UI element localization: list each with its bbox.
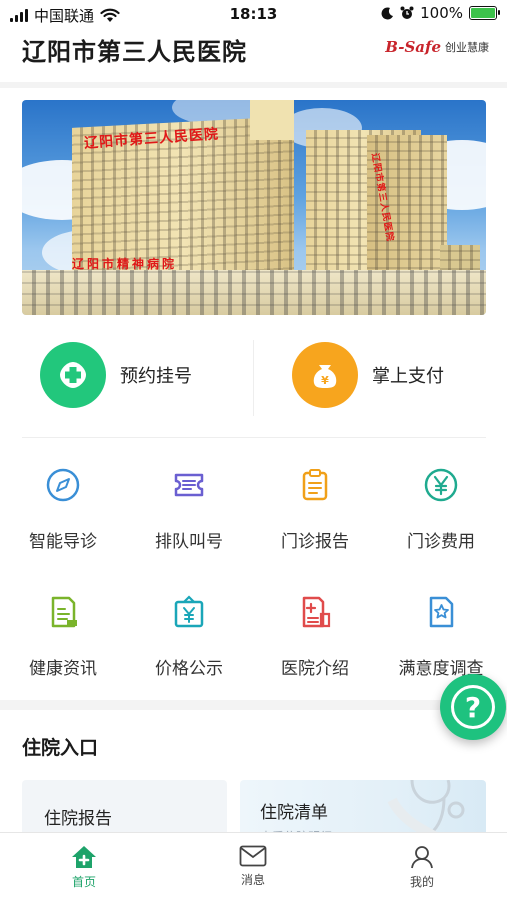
money-bag-icon: ¥ (292, 342, 358, 408)
appointment-button[interactable]: 预约挂号 (40, 342, 192, 408)
battery-icon (469, 6, 500, 20)
brand-logo-mark: B-Safe (385, 38, 441, 56)
svg-text:¥: ¥ (321, 374, 329, 387)
price-list-label: 价格公示 (155, 659, 223, 679)
hospital-doc-icon (295, 592, 335, 632)
compass-icon (43, 465, 83, 505)
tab-profile[interactable]: 我的 (372, 845, 472, 890)
status-bar: 中国联通 18:13 100% (0, 0, 507, 30)
tab-home[interactable]: 首页 (34, 845, 134, 890)
clipboard-icon (295, 465, 335, 505)
alarm-icon (400, 6, 414, 19)
inpatient-bill-title: 住院清单 (260, 803, 328, 823)
quick-divider (253, 340, 254, 416)
tab-profile-label: 我的 (409, 875, 434, 889)
help-button[interactable]: ? (440, 674, 506, 740)
inpatient-bill-card[interactable]: 住院清单 查看住院明细 (240, 780, 486, 840)
battery-percent: 100% (420, 4, 463, 22)
tab-home-label: 首页 (71, 875, 96, 889)
outpatient-fees-button[interactable]: 门诊费用 (378, 465, 504, 552)
stethoscope-icon (387, 780, 465, 840)
queue-call-label: 排队叫号 (155, 532, 223, 552)
plus-icon (40, 342, 106, 408)
health-news-button[interactable]: 健康资讯 (0, 592, 126, 679)
queue-call-button[interactable]: 排队叫号 (126, 465, 252, 552)
inpatient-section-title: 住院入口 (22, 737, 99, 759)
price-list-button[interactable]: 价格公示 (126, 592, 252, 679)
hospital-banner-image[interactable]: 辽阳市第三人民医院 辽阳市第三人民医院 辽阳市精神病院 (22, 100, 486, 315)
brand-name: 创业慧康 (445, 41, 489, 54)
mobile-payment-label: 掌上支付 (372, 366, 444, 387)
appointment-label: 预约挂号 (120, 366, 192, 387)
smart-guide-button[interactable]: 智能导诊 (0, 465, 126, 552)
moon-icon (381, 6, 394, 19)
inpatient-report-card[interactable]: 住院报告 (22, 780, 227, 840)
outpatient-fees-label: 门诊费用 (407, 532, 475, 552)
mail-icon (239, 845, 267, 867)
app-header: 辽阳市第三人民医院 B-Safe 创业慧康 (0, 30, 507, 78)
quick-actions: 预约挂号 ¥ 掌上支付 (0, 330, 507, 425)
star-doc-icon (421, 592, 461, 632)
hospital-intro-button[interactable]: 医院介绍 (252, 592, 378, 679)
mobile-payment-button[interactable]: ¥ 掌上支付 (292, 342, 444, 408)
outpatient-report-label: 门诊报告 (281, 532, 349, 552)
section-divider (22, 437, 486, 438)
tab-messages[interactable]: 消息 (203, 845, 303, 888)
question-icon: ? (451, 685, 495, 729)
section-divider-gray (0, 700, 507, 710)
ticket-icon (169, 465, 209, 505)
smart-guide-label: 智能导诊 (29, 532, 97, 552)
page-title: 辽阳市第三人民医院 (22, 38, 247, 66)
brand-logo: B-Safe 创业慧康 (385, 38, 489, 56)
yuan-icon (421, 465, 461, 505)
document-icon (43, 592, 83, 632)
tab-messages-label: 消息 (240, 873, 265, 887)
outpatient-report-button[interactable]: 门诊报告 (252, 465, 378, 552)
bottom-tab-bar: 首页 消息 我的 (0, 832, 507, 900)
header-divider (0, 82, 507, 88)
home-icon (72, 846, 96, 868)
status-right: 100% (381, 4, 500, 22)
satisfaction-survey-button[interactable]: 满意度调查 (378, 592, 504, 679)
price-board-icon (169, 592, 209, 632)
hospital-intro-label: 医院介绍 (281, 659, 349, 679)
inpatient-report-title: 住院报告 (44, 809, 112, 829)
health-news-label: 健康资讯 (29, 659, 97, 679)
user-icon (411, 846, 433, 869)
